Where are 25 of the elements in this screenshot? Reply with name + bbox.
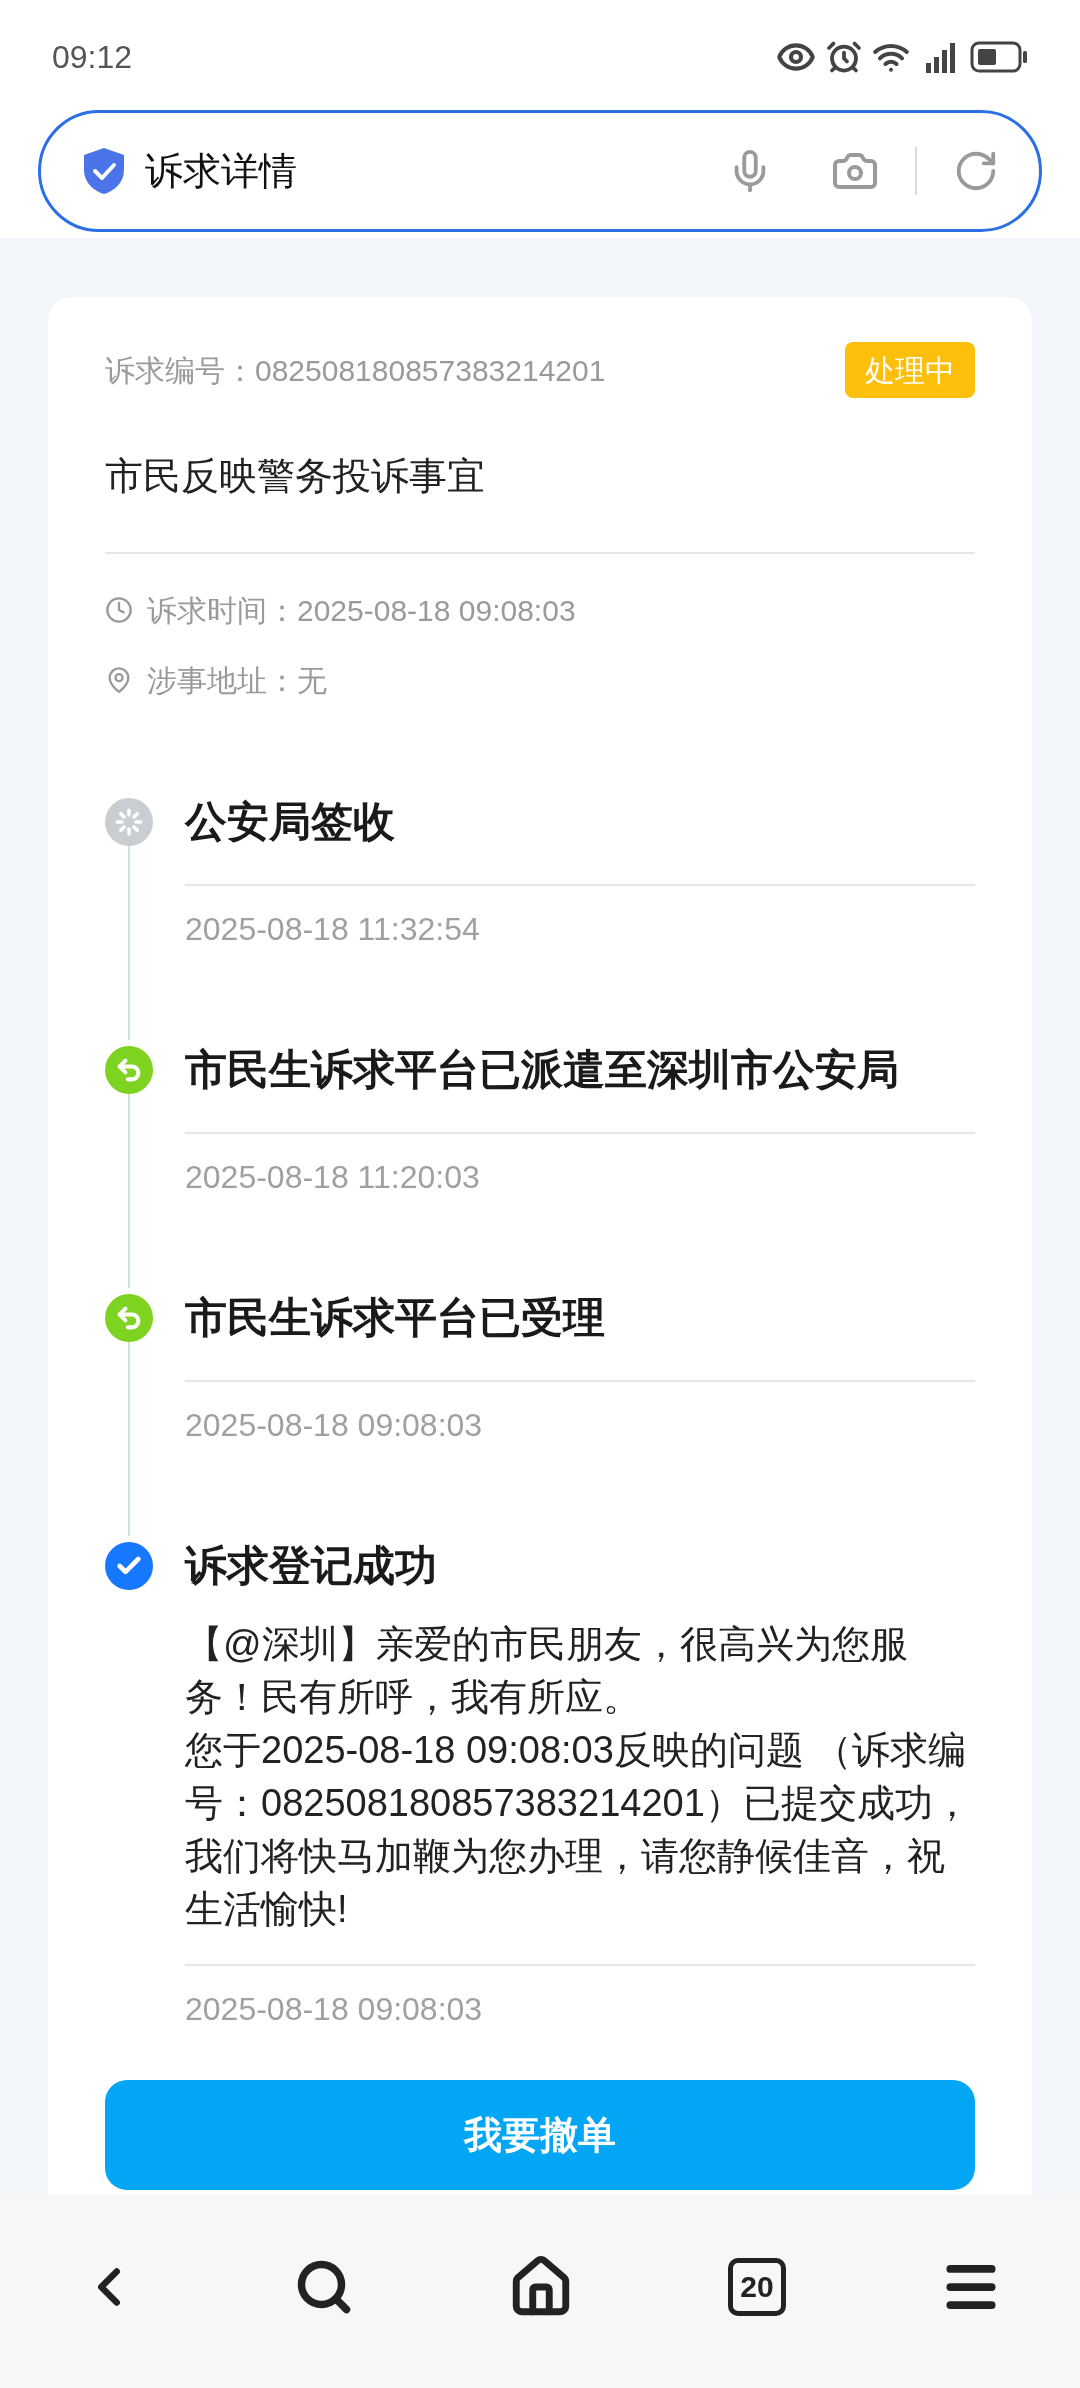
tabs-count-button[interactable]: 20 bbox=[728, 2257, 786, 2316]
page-title: 诉求详情 bbox=[145, 148, 298, 194]
timeline-title: 市民生诉求平台已受理 bbox=[185, 1293, 606, 1343]
status-badge: 处理中 bbox=[845, 342, 975, 398]
request-detail: 诉求时间：2025-08-18 09:08:03 bbox=[147, 592, 576, 629]
timeline-title: 市民生诉求平台已派遣至深圳市公安局 bbox=[185, 1045, 900, 1095]
check-icon bbox=[105, 1542, 153, 1590]
timeline-title: 公安局签收 bbox=[185, 797, 396, 847]
timeline-time: 2025-08-18 09:08:03 bbox=[185, 1406, 484, 1445]
timeline-title: 诉求登记成功 bbox=[185, 1541, 438, 1591]
clock-icon bbox=[105, 596, 133, 624]
timeline-message: 【@深圳】亲爱的市民朋友，很高兴为您服务！民有所呼，我有所应。 bbox=[185, 1622, 909, 1720]
shield-check-icon bbox=[81, 146, 127, 196]
timeline-message: 您于2025-08-18 09:08:03反映的问题 （诉求编号：082508180857383214201）已提交成功，我们将快马加鞭为您办理，请您静候佳音，祝生活愉快! bbox=[185, 1728, 972, 1932]
pending-icon bbox=[105, 798, 153, 846]
request-detail: 涉事地址：无 bbox=[147, 662, 327, 699]
alarm-icon bbox=[826, 39, 862, 75]
request-number: 诉求编号：082508180857383214201 bbox=[105, 352, 606, 389]
request-subject: 市民反映警务投诉事宜 bbox=[105, 454, 486, 499]
timeline-time: 2025-08-18 11:32:54 bbox=[185, 910, 481, 949]
address-bar[interactable]: 诉求详情 bbox=[38, 110, 1042, 232]
timeline-time: 2025-08-18 11:20:03 bbox=[185, 1158, 481, 1197]
status-time: 09:12 bbox=[52, 38, 133, 77]
battery-icon bbox=[970, 40, 1028, 74]
timeline-time: 2025-08-18 09:08:03 bbox=[185, 1990, 484, 2029]
